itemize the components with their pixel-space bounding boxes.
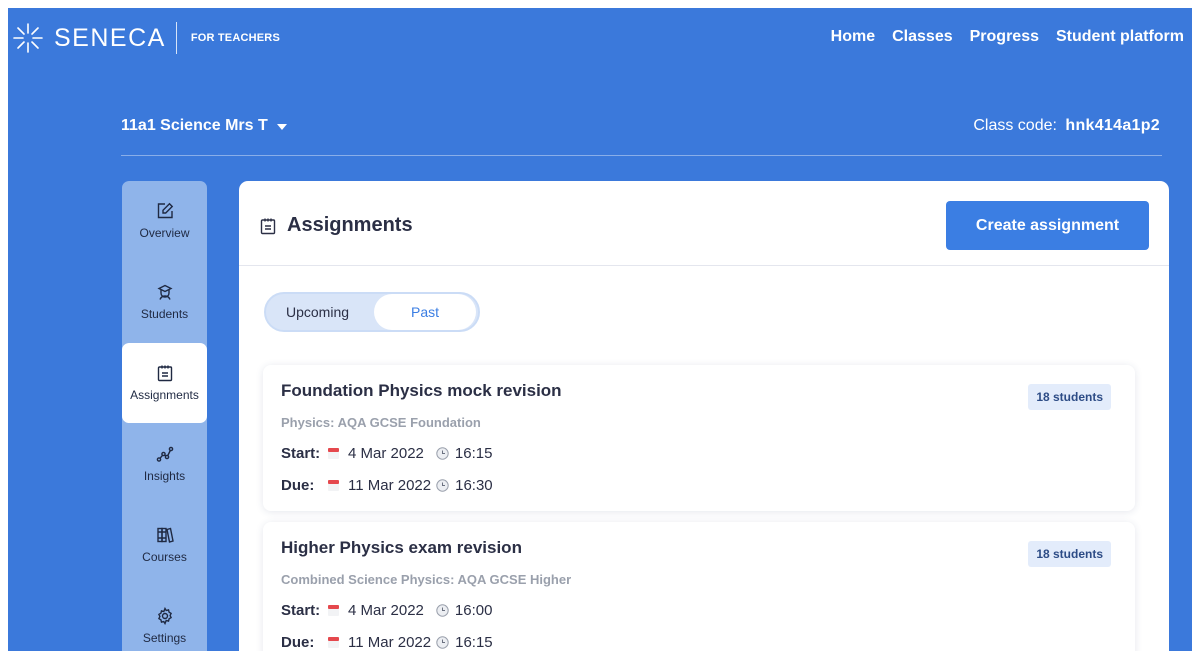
sidebar-item-label: Insights bbox=[143, 469, 186, 483]
start-row: Start: 4 Mar 2022 16:00 bbox=[281, 602, 492, 619]
start-label: Start: bbox=[281, 445, 321, 462]
sidebar-item-overview[interactable]: Overview bbox=[122, 181, 207, 261]
brand-name: SENECA bbox=[54, 23, 166, 52]
due-time: 16:30 bbox=[455, 477, 493, 494]
assignment-course: Physics: AQA GCSE Foundation bbox=[281, 415, 481, 430]
tab-upcoming[interactable]: Upcoming bbox=[286, 294, 349, 330]
brand-subtitle: FOR TEACHERS bbox=[190, 32, 280, 44]
assignment-title: Higher Physics exam revision bbox=[281, 538, 522, 557]
start-row: Start: 4 Mar 2022 16:15 bbox=[281, 445, 492, 462]
sidebar: Overview Students Assignments Insights C… bbox=[122, 181, 207, 651]
nav-home[interactable]: Home bbox=[831, 28, 875, 46]
sidebar-item-label: Settings bbox=[142, 631, 187, 645]
start-time: 16:15 bbox=[454, 445, 493, 462]
page-background: SENECA FOR TEACHERS Home Classes Progres… bbox=[8, 8, 1192, 651]
clipboard-icon bbox=[157, 365, 172, 382]
due-label: Due: bbox=[281, 477, 315, 494]
top-navigation: Home Classes Progress Student platform bbox=[831, 28, 1184, 46]
students-badge: 18 students bbox=[1028, 384, 1111, 410]
page-title: Assignments bbox=[259, 214, 413, 237]
nav-progress[interactable]: Progress bbox=[970, 28, 1039, 46]
page-title-text: Assignments bbox=[287, 214, 413, 236]
caret-down-icon bbox=[276, 124, 287, 130]
create-assignment-button[interactable]: Create assignment bbox=[946, 201, 1149, 250]
clock-icon bbox=[436, 447, 449, 460]
books-icon bbox=[156, 527, 174, 543]
due-date: 11 Mar 2022 bbox=[348, 477, 432, 494]
class-selector[interactable]: 11a1 Science Mrs T bbox=[121, 117, 287, 135]
assignment-card[interactable]: Higher Physics exam revision Combined Sc… bbox=[263, 522, 1135, 651]
class-name: 11a1 Science Mrs T bbox=[121, 117, 268, 134]
class-code-label: Class code: bbox=[973, 117, 1057, 134]
header-divider bbox=[121, 155, 1162, 156]
students-badge: 18 students bbox=[1028, 541, 1111, 567]
clock-icon bbox=[436, 636, 449, 649]
start-date: 4 Mar 2022 bbox=[348, 602, 424, 619]
nav-classes[interactable]: Classes bbox=[892, 28, 953, 46]
sidebar-item-assignments[interactable]: Assignments bbox=[122, 343, 207, 423]
calendar-icon bbox=[328, 480, 339, 491]
brand-divider bbox=[175, 22, 177, 54]
due-row: Due: 11 Mar 2022 16:15 bbox=[281, 634, 493, 651]
sidebar-item-insights[interactable]: Insights bbox=[122, 424, 207, 504]
sidebar-item-courses[interactable]: Courses bbox=[122, 505, 207, 585]
sidebar-item-label: Overview bbox=[139, 226, 190, 240]
student-icon bbox=[156, 284, 173, 300]
sidebar-item-label: Assignments bbox=[130, 388, 199, 402]
assignments-panel: Assignments Create assignment Upcoming P… bbox=[239, 181, 1169, 651]
sidebar-item-label: Courses bbox=[142, 550, 187, 564]
seneca-star-icon bbox=[13, 23, 43, 53]
sidebar-item-label: Students bbox=[140, 307, 189, 321]
assignment-title: Foundation Physics mock revision bbox=[281, 381, 562, 400]
seneca-logo[interactable]: SENECA FOR TEACHERS bbox=[12, 22, 280, 54]
assignment-card[interactable]: Foundation Physics mock revision Physics… bbox=[263, 365, 1135, 511]
clock-icon bbox=[436, 604, 449, 617]
assignment-filter-toggle: Upcoming Past bbox=[264, 292, 480, 332]
assignment-course: Combined Science Physics: AQA GCSE Highe… bbox=[281, 572, 572, 587]
start-date: 4 Mar 2022 bbox=[348, 445, 424, 462]
due-label: Due: bbox=[281, 634, 315, 651]
class-code-value: hnk414a1p2 bbox=[1065, 117, 1160, 134]
clipboard-icon bbox=[260, 218, 276, 234]
calendar-icon bbox=[328, 448, 339, 459]
due-date: 11 Mar 2022 bbox=[348, 634, 432, 651]
edit-icon bbox=[157, 202, 173, 219]
sidebar-item-settings[interactable]: Settings bbox=[122, 586, 207, 651]
calendar-icon bbox=[328, 637, 339, 648]
due-time: 16:15 bbox=[455, 634, 493, 651]
tab-past[interactable]: Past bbox=[374, 294, 476, 330]
sidebar-item-students[interactable]: Students bbox=[122, 262, 207, 342]
class-code: Class code: hnk414a1p2 bbox=[973, 117, 1160, 135]
calendar-icon bbox=[328, 605, 339, 616]
due-row: Due: 11 Mar 2022 16:30 bbox=[281, 477, 493, 494]
gear-icon bbox=[157, 607, 172, 625]
panel-header: Assignments Create assignment bbox=[239, 181, 1169, 266]
nav-student-platform[interactable]: Student platform bbox=[1056, 28, 1184, 46]
clock-icon bbox=[436, 479, 449, 492]
chart-icon bbox=[156, 446, 173, 462]
start-time: 16:00 bbox=[454, 602, 493, 619]
start-label: Start: bbox=[281, 602, 321, 619]
